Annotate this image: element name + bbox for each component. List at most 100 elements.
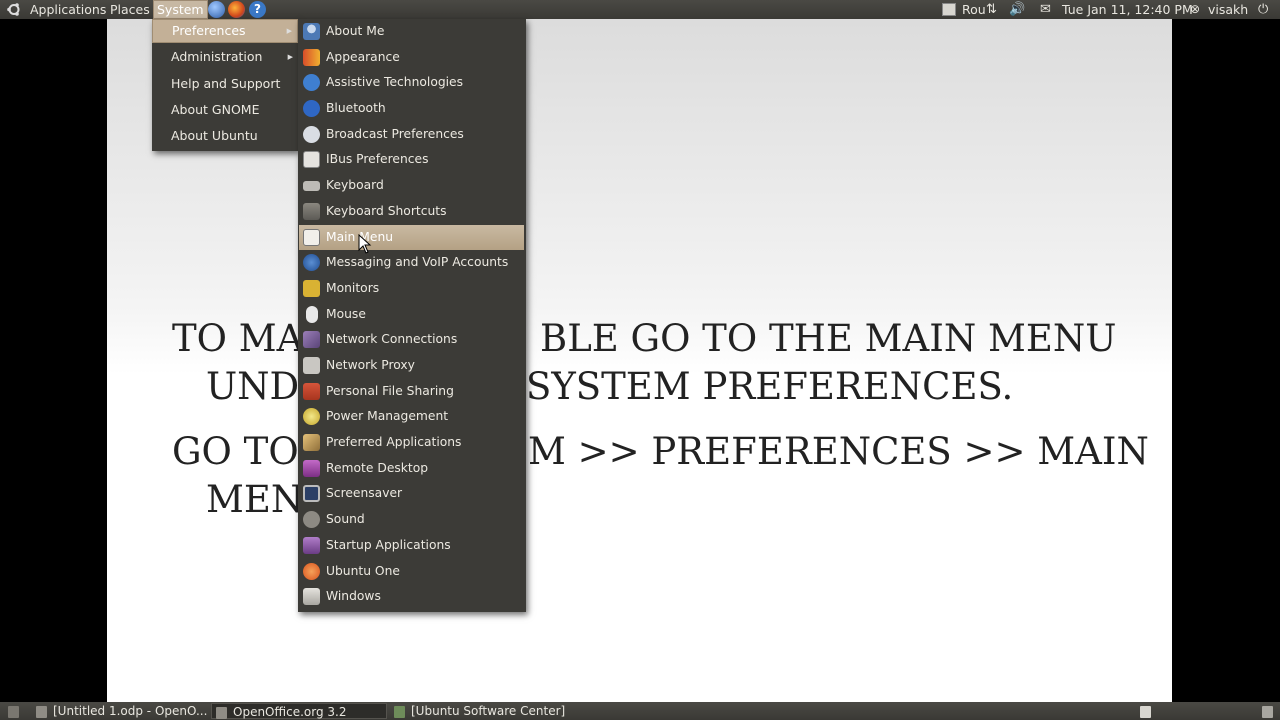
pref-item-power-management[interactable]: Power Management — [299, 404, 524, 429]
workspace-icon — [1140, 705, 1151, 718]
pref-item-personal-file-sharing[interactable]: Personal File Sharing — [299, 379, 524, 404]
startup-icon — [303, 537, 320, 554]
pref-item-label: Keyboard — [326, 178, 384, 192]
keyboard-indicator-icon[interactable] — [942, 3, 956, 16]
menu-item-about-ubuntu[interactable]: About Ubuntu — [152, 124, 298, 148]
applications-menu[interactable]: Applications — [27, 0, 109, 19]
slide-line-3a: GO TO — [172, 430, 299, 473]
menu-item-label: Administration — [171, 49, 263, 64]
pref-item-appearance[interactable]: Appearance — [299, 45, 524, 70]
taskbar-item-openoffice[interactable]: OpenOffice.org 3.2 — [211, 703, 387, 719]
broadcast-icon — [303, 126, 320, 143]
pref-item-windows[interactable]: Windows — [299, 584, 524, 609]
menu-item-label: Preferences — [172, 23, 246, 38]
mouse-cursor-icon — [358, 234, 372, 254]
mouse-icon — [306, 306, 318, 323]
pref-item-broadcast-preferences[interactable]: Broadcast Preferences — [299, 122, 524, 147]
preferred-apps-icon — [303, 434, 320, 451]
sound-icon — [303, 511, 320, 528]
pref-item-label: Assistive Technologies — [326, 75, 464, 89]
pref-item-preferred-applications[interactable]: Preferred Applications — [299, 430, 524, 455]
pref-item-label: Mouse — [326, 307, 366, 321]
main-menu-icon — [303, 229, 320, 246]
pref-item-label: Network Connections — [326, 332, 458, 346]
pref-item-network-connections[interactable]: Network Connections — [299, 327, 524, 352]
pref-item-screensaver[interactable]: Screensaver — [299, 481, 524, 506]
pref-item-network-proxy[interactable]: Network Proxy — [299, 353, 524, 378]
network-icon — [303, 331, 320, 348]
pref-item-keyboard[interactable]: Keyboard — [299, 173, 524, 198]
pref-item-label: Startup Applications — [326, 538, 451, 552]
keyboard-layout[interactable]: Rou — [962, 0, 986, 19]
network-status-icon[interactable]: ⇅ — [986, 0, 997, 19]
pref-item-label: Ubuntu One — [326, 564, 400, 578]
pref-item-label: Monitors — [326, 281, 380, 295]
power-icon — [303, 408, 320, 425]
submenu-arrow-icon: ▶ — [286, 27, 292, 35]
menu-item-about-gnome[interactable]: About GNOME — [152, 98, 298, 122]
screensaver-icon — [303, 485, 320, 502]
ubuntu-logo-icon[interactable] — [6, 0, 22, 19]
network-launcher-icon[interactable] — [208, 1, 225, 18]
pref-item-mouse[interactable]: Mouse — [299, 302, 524, 327]
taskbar-item-software-center[interactable]: [Ubuntu Software Center] — [390, 703, 570, 719]
pref-item-label: Windows — [326, 589, 381, 603]
power-icon[interactable]: ⏻ — [1258, 0, 1268, 19]
proxy-icon — [303, 357, 320, 374]
pref-item-startup-applications[interactable]: Startup Applications — [299, 533, 524, 558]
show-desktop-button[interactable] — [4, 703, 24, 719]
pref-item-remote-desktop[interactable]: Remote Desktop — [299, 456, 524, 481]
pref-item-label: Screensaver — [326, 486, 403, 500]
pref-item-about-me[interactable]: About Me — [299, 19, 524, 44]
places-menu[interactable]: Places — [107, 0, 153, 19]
system-dropdown: Preferences ▶ Administration ▶ Help and … — [152, 19, 298, 151]
slide-line-4a: MEN — [206, 478, 304, 521]
bluetooth-icon — [303, 100, 320, 117]
menu-item-preferences[interactable]: Preferences ▶ — [152, 19, 298, 43]
pref-item-label: Power Management — [326, 409, 449, 423]
software-center-icon — [394, 705, 405, 718]
pref-item-ibus-preferences[interactable]: IBus Preferences — [299, 147, 524, 172]
pref-item-label: Remote Desktop — [326, 461, 429, 475]
pref-item-assistive-technologies[interactable]: Assistive Technologies — [299, 70, 524, 95]
slide-line-2b: SYSTEM PREFERENCES. — [526, 365, 1014, 408]
pref-item-keyboard-shortcuts[interactable]: Keyboard Shortcuts — [299, 199, 524, 224]
mail-icon[interactable]: ✉ — [1040, 0, 1051, 19]
pref-item-ubuntu-one[interactable]: Ubuntu One — [299, 559, 524, 584]
menu-item-administration[interactable]: Administration ▶ — [152, 45, 298, 69]
volume-icon[interactable]: 🔊 — [1009, 0, 1025, 19]
preferences-submenu: About Me Appearance Assistive Technologi… — [298, 19, 526, 612]
taskbar-item-label: OpenOffice.org 3.2 — [233, 705, 347, 719]
pref-item-label: Keyboard Shortcuts — [326, 204, 447, 218]
pref-item-main-menu[interactable]: Main Menu — [299, 225, 524, 250]
messaging-icon — [303, 254, 320, 271]
menu-item-help-and-support[interactable]: Help and Support — [152, 72, 298, 96]
pref-item-bluetooth[interactable]: Bluetooth — [299, 96, 524, 121]
pref-item-label: Preferred Applications — [326, 435, 462, 449]
ubuntu-one-icon — [303, 563, 320, 580]
system-menu[interactable]: System — [153, 0, 208, 19]
appearance-icon — [303, 49, 320, 66]
pref-item-sound[interactable]: Sound — [299, 507, 524, 532]
workspace-switcher[interactable] — [1140, 703, 1154, 719]
firefox-icon[interactable] — [228, 1, 245, 18]
user-status-icon[interactable]: ⊗ — [1190, 0, 1200, 19]
pref-item-label: Appearance — [326, 50, 400, 64]
slide-line-1a: TO MA — [172, 317, 304, 360]
clock[interactable]: Tue Jan 11, 12:40 PM — [1062, 0, 1193, 19]
pref-item-label: Personal File Sharing — [326, 384, 454, 398]
username[interactable]: visakh — [1208, 0, 1248, 19]
remote-desktop-icon — [303, 460, 320, 477]
pref-item-monitors[interactable]: Monitors — [299, 276, 524, 301]
pref-item-label: Messaging and VoIP Accounts — [326, 255, 509, 269]
taskbar-item-impress[interactable]: [Untitled 1.odp - OpenO... — [32, 703, 210, 719]
user-icon — [303, 23, 320, 40]
pref-item-messaging-and-voip[interactable]: Messaging and VoIP Accounts — [299, 250, 524, 275]
pref-item-label: IBus Preferences — [326, 152, 429, 166]
trash-button[interactable] — [1262, 703, 1276, 719]
submenu-arrow-icon: ▶ — [287, 53, 293, 61]
trash-icon — [1262, 705, 1273, 718]
file-sharing-icon — [303, 383, 320, 400]
help-icon[interactable]: ? — [249, 1, 266, 18]
keyboard-shortcuts-icon — [303, 203, 320, 220]
